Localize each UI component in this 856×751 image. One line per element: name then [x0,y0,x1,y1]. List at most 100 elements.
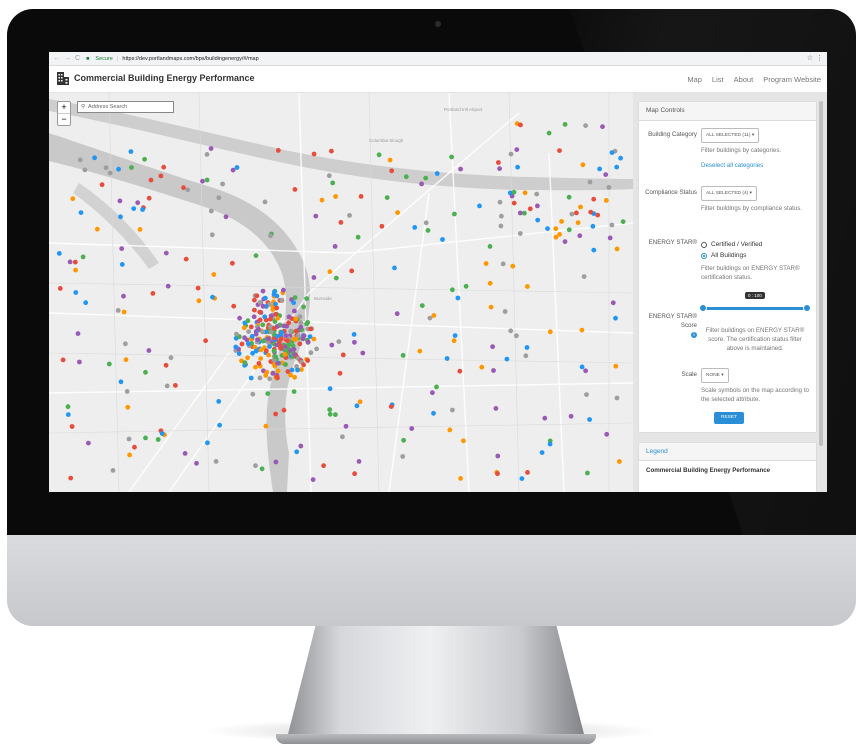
building-marker[interactable] [545,226,550,232]
building-marker[interactable] [330,180,336,186]
building-marker[interactable] [327,411,333,417]
building-marker[interactable] [78,210,84,215]
building-marker[interactable] [257,309,263,315]
building-marker[interactable] [423,175,429,181]
building-marker[interactable] [585,470,590,476]
building-marker[interactable] [205,440,210,446]
reset-button[interactable]: RESET [714,412,744,424]
building-marker[interactable] [305,358,311,363]
building-marker[interactable] [491,368,496,373]
building-marker[interactable] [283,333,289,339]
building-marker[interactable] [239,341,245,347]
building-marker[interactable] [577,233,583,239]
building-marker[interactable] [311,275,317,280]
building-marker[interactable] [163,362,169,368]
building-marker[interactable] [527,206,533,212]
building-marker[interactable] [185,187,191,193]
building-marker[interactable] [293,328,299,334]
radio-circle-certified[interactable] [701,241,707,248]
building-marker[interactable] [291,346,297,352]
building-marker[interactable] [444,356,450,361]
building-marker[interactable] [283,362,288,367]
building-marker[interactable] [535,203,540,209]
building-marker[interactable] [275,368,281,374]
building-marker[interactable] [142,156,147,162]
building-marker[interactable] [497,166,502,171]
building-marker[interactable] [117,198,123,204]
building-marker[interactable] [245,341,251,347]
building-marker[interactable] [613,315,618,321]
building-marker[interactable] [340,352,346,358]
building-marker[interactable] [143,369,148,375]
building-marker[interactable] [587,179,593,185]
building-marker[interactable] [400,454,406,459]
building-marker[interactable] [449,154,454,160]
building-marker[interactable] [457,368,463,374]
building-marker[interactable] [116,166,121,172]
building-marker[interactable] [127,452,132,458]
building-marker[interactable] [403,174,409,180]
building-marker[interactable] [502,309,508,314]
building-marker[interactable] [519,476,525,481]
building-marker[interactable] [508,151,514,157]
building-marker[interactable] [82,167,88,173]
slider-handle-min[interactable] [699,304,707,312]
browser-menu-icon[interactable]: ⋮ [816,54,823,62]
building-marker[interactable] [321,463,326,469]
building-marker[interactable] [278,336,284,342]
building-marker[interactable] [487,244,493,249]
building-marker[interactable] [121,309,127,315]
building-marker[interactable] [236,351,242,356]
building-marker[interactable] [265,336,271,342]
building-marker[interactable] [525,284,530,289]
building-marker[interactable] [535,217,541,223]
building-marker[interactable] [211,272,217,277]
building-marker[interactable] [434,384,439,390]
building-marker[interactable] [182,451,188,456]
building-marker[interactable] [173,383,178,388]
building-marker[interactable] [515,164,520,170]
building-marker[interactable] [425,228,431,233]
building-marker[interactable] [126,436,132,442]
building-marker[interactable] [394,311,400,317]
panel-scrollbar[interactable] [819,101,823,446]
building-marker[interactable] [493,406,499,411]
building-marker[interactable] [511,200,517,206]
building-marker[interactable] [279,297,285,303]
building-marker[interactable] [110,468,116,473]
building-marker[interactable] [297,314,303,320]
bookmark-star-icon[interactable]: ☆ [807,54,813,62]
building-marker[interactable] [181,185,186,191]
building-marker[interactable] [609,150,615,155]
building-marker[interactable] [349,268,355,274]
building-marker[interactable] [347,213,352,218]
building-marker[interactable] [487,280,493,286]
building-marker[interactable] [392,265,397,271]
building-marker[interactable] [590,223,596,229]
building-category-dropdown[interactable]: ALL SELECTED (11) ▾ [701,128,760,143]
building-marker[interactable] [281,407,287,413]
building-marker[interactable] [305,339,311,345]
building-marker[interactable] [269,329,274,335]
building-marker[interactable] [452,333,458,338]
building-marker[interactable] [241,325,247,331]
building-marker[interactable] [352,471,357,477]
building-marker[interactable] [77,157,83,163]
building-marker[interactable] [319,197,325,203]
building-marker[interactable] [285,369,291,374]
building-marker[interactable] [358,194,364,199]
building-marker[interactable] [618,155,623,161]
building-marker[interactable] [86,440,91,446]
building-marker[interactable] [333,275,339,281]
reload-icon[interactable]: C [75,55,80,62]
building-marker[interactable] [262,314,268,320]
building-marker[interactable] [200,178,205,184]
building-marker[interactable] [329,342,335,348]
building-marker[interactable] [262,199,268,205]
building-marker[interactable] [289,367,295,373]
building-marker[interactable] [387,157,393,163]
building-marker[interactable] [447,427,453,433]
building-marker[interactable] [255,337,260,342]
radio-certified-verified[interactable]: Certified / Verified [701,240,809,249]
building-marker[interactable] [257,317,263,323]
